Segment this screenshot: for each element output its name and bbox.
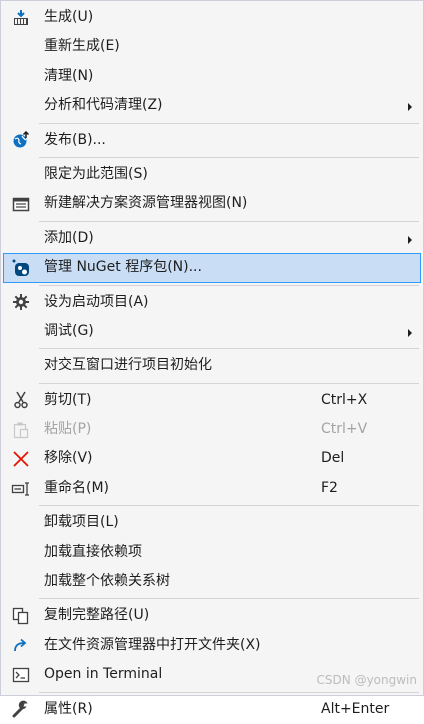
- shortcut-label: F2: [321, 479, 338, 496]
- menu-item-label: 生成(U): [44, 9, 94, 25]
- menu-item-copy-full-path[interactable]: 复制完整路径(U): [3, 601, 421, 630]
- submenu-arrow-icon: [408, 103, 412, 112]
- shortcut-label: Del: [321, 450, 345, 467]
- menu-item-label: 粘贴(P): [44, 421, 92, 438]
- menu-item-label: 限定为此范围(S): [44, 165, 148, 182]
- new-view-icon: [6, 190, 36, 217]
- menu-item-label: 加载整个依赖关系树: [44, 573, 170, 590]
- submenu-arrow-icon: [408, 328, 412, 337]
- menu-item-label: 在文件资源管理器中打开文件夹(X): [44, 636, 261, 653]
- shortcut-label: Alt+Enter: [321, 700, 390, 717]
- nuget-icon: [6, 254, 36, 281]
- menu-item-build[interactable]: 生成(U): [3, 3, 421, 32]
- menu-item-init-interactive[interactable]: 对交互窗口进行项目初始化: [3, 351, 421, 380]
- menu-item-properties[interactable]: 属性(R) Alt+Enter: [3, 695, 421, 724]
- menu-item-clean[interactable]: 清理(N): [3, 62, 421, 91]
- menu-item-open-in-explorer[interactable]: 在文件资源管理器中打开文件夹(X): [3, 631, 421, 660]
- paste-icon: [6, 416, 36, 443]
- menu-item-set-startup[interactable]: 设为启动项目(A): [3, 288, 421, 317]
- watermark: CSDN @yongwin: [316, 673, 417, 687]
- menu-item-remove[interactable]: 移除(V) Del: [3, 444, 421, 473]
- menu-item-label: 调试(G): [44, 322, 94, 339]
- menu-items: 生成(U) 重新生成(E) 清理(N) 分析和代码清理(Z) 发布(B)...: [1, 3, 423, 724]
- menu-item-label: 加载直接依赖项: [44, 543, 142, 560]
- scissors-icon: [6, 387, 36, 414]
- menu-item-label: 卸载项目(L): [44, 514, 119, 531]
- remove-x-icon: [6, 445, 36, 472]
- menu-item-publish[interactable]: 发布(B)...: [3, 126, 421, 155]
- menu-item-label: 清理(N): [44, 67, 94, 84]
- menu-item-label: 属性(R): [44, 700, 93, 717]
- menu-item-new-solution-view[interactable]: 新建解决方案资源管理器视图(N): [3, 189, 421, 218]
- shortcut-label: Ctrl+X: [321, 391, 368, 408]
- menu-item-unload-project[interactable]: 卸载项目(L): [3, 508, 421, 537]
- wrench-icon: [6, 696, 36, 723]
- menu-item-label: 管理 NuGet 程序包(N)...: [44, 259, 202, 276]
- publish-globe-icon: [6, 127, 36, 154]
- build-icon: [6, 4, 36, 31]
- menu-item-label: 新建解决方案资源管理器视图(N): [44, 195, 248, 212]
- menu-item-label: 对交互窗口进行项目初始化: [44, 357, 212, 374]
- menu-item-load-direct-deps[interactable]: 加载直接依赖项: [3, 538, 421, 567]
- menu-item-label: 分析和代码清理(Z): [44, 97, 163, 114]
- menu-item-label: 复制完整路径(U): [44, 607, 150, 624]
- context-menu: 生成(U) 重新生成(E) 清理(N) 分析和代码清理(Z) 发布(B)...: [0, 0, 424, 718]
- menu-item-label: 发布(B)...: [44, 131, 106, 148]
- menu-item-manage-nuget[interactable]: 管理 NuGet 程序包(N)...: [3, 253, 421, 283]
- copy-path-icon: [6, 602, 36, 629]
- shortcut-label: Ctrl+V: [321, 421, 368, 438]
- menu-item-scope-to-this[interactable]: 限定为此范围(S): [3, 160, 421, 189]
- menu-item-label: 移除(V): [44, 450, 93, 467]
- menu-item-label: Open in Terminal: [44, 666, 163, 683]
- gear-icon: [6, 289, 36, 316]
- menu-item-label: 重新生成(E): [44, 38, 120, 55]
- menu-item-load-dep-tree[interactable]: 加载整个依赖关系树: [3, 567, 421, 596]
- open-folder-arrow-icon: [6, 632, 36, 659]
- menu-item-analyze[interactable]: 分析和代码清理(Z): [3, 91, 421, 120]
- menu-item-label: 重命名(M): [44, 479, 110, 496]
- rename-icon: [6, 475, 36, 502]
- menu-item-label: 剪切(T): [44, 391, 92, 408]
- menu-item-debug[interactable]: 调试(G): [3, 317, 421, 346]
- menu-item-rename[interactable]: 重命名(M) F2: [3, 474, 421, 503]
- terminal-icon: [6, 661, 36, 688]
- menu-item-label: 设为启动项目(A): [44, 293, 149, 310]
- menu-item-paste: 粘贴(P) Ctrl+V: [3, 415, 421, 444]
- menu-item-label: 添加(D): [44, 229, 94, 246]
- menu-item-rebuild[interactable]: 重新生成(E): [3, 32, 421, 61]
- menu-item-add[interactable]: 添加(D): [3, 224, 421, 253]
- menu-item-cut[interactable]: 剪切(T) Ctrl+X: [3, 386, 421, 415]
- submenu-arrow-icon: [408, 235, 412, 244]
